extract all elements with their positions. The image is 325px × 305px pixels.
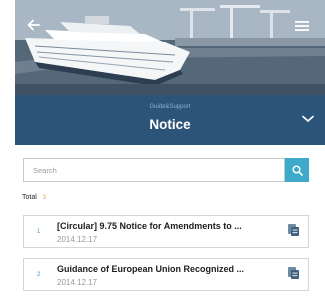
search-icon	[291, 164, 303, 176]
search-input[interactable]	[23, 158, 285, 182]
attachment-file-icon	[288, 224, 299, 236]
notice-list-item[interactable]: 2 Guidance of European Union Recognized …	[23, 258, 309, 291]
chevron-down-icon	[302, 115, 314, 123]
notice-title: [Circular] 9.75 Notice for Amendments to…	[57, 221, 242, 231]
notice-number: 2	[37, 272, 41, 278]
back-button[interactable]	[27, 18, 51, 42]
attachment-file-icon	[288, 267, 299, 279]
notice-date: 2014.12.17	[57, 235, 98, 244]
notice-number: 1	[37, 229, 41, 235]
back-arrow-icon	[27, 19, 40, 31]
page-title: Notice	[149, 117, 191, 132]
breadcrumb: Guide&Support	[149, 104, 191, 110]
search-button[interactable]	[285, 158, 309, 182]
page-header: Guide&Support Notice	[15, 95, 325, 145]
notice-date: 2014.12.17	[57, 278, 98, 287]
notice-title: Guidance of European Union Recognized ..…	[57, 264, 245, 274]
notice-list-item[interactable]: 1 [Circular] 9.75 Notice for Amendments …	[23, 215, 309, 248]
hero-banner	[15, 0, 325, 95]
hamburger-menu-icon	[295, 21, 309, 31]
total-count: 3	[42, 195, 47, 201]
menu-button[interactable]	[295, 20, 317, 42]
section-dropdown-button[interactable]	[299, 110, 317, 128]
total-label: Total	[22, 194, 37, 201]
cruise-ship-image	[15, 0, 325, 95]
total-summary: Total 3	[22, 194, 46, 201]
